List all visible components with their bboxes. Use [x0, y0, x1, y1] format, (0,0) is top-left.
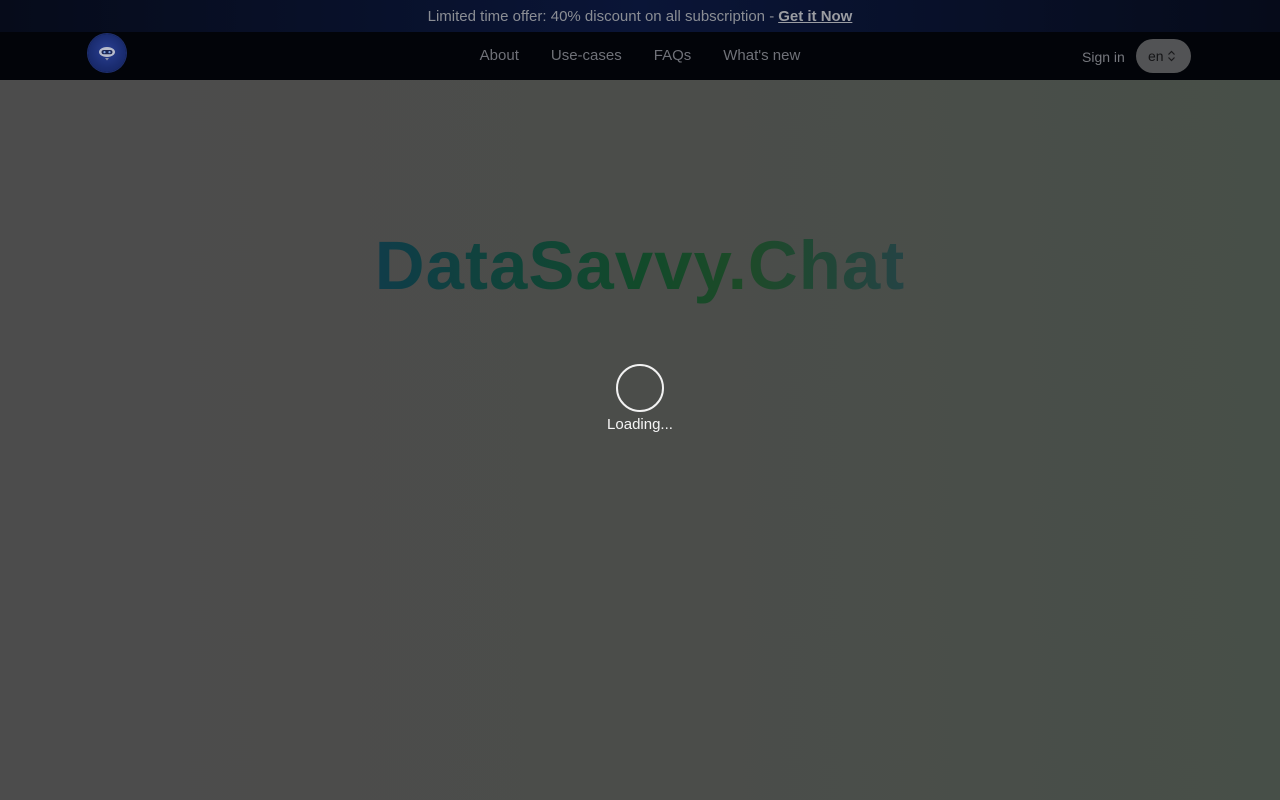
spinner-icon: [616, 364, 664, 412]
get-it-now-link[interactable]: Get it Now: [778, 8, 852, 25]
chevron-up-down-icon: [1167, 50, 1176, 62]
navbar: About Use-cases FAQs What's new Sign in …: [0, 32, 1280, 80]
nav-link-use-cases[interactable]: Use-cases: [551, 47, 622, 64]
sign-in-link[interactable]: Sign in: [1082, 49, 1125, 65]
language-select[interactable]: en: [1136, 39, 1191, 73]
nav-link-about[interactable]: About: [480, 47, 519, 64]
promo-banner: Limited time offer: 40% discount on all …: [0, 0, 1280, 32]
hero-title: DataSavvy.Chat: [0, 226, 1280, 306]
nav-link-faqs[interactable]: FAQs: [654, 47, 692, 64]
nav-link-whats-new[interactable]: What's new: [723, 47, 800, 64]
language-value: en: [1148, 48, 1164, 64]
promo-text: Limited time offer: 40% discount on all …: [427, 7, 775, 25]
robot-logo-icon[interactable]: [88, 34, 126, 72]
loading-text: Loading...: [607, 416, 673, 433]
